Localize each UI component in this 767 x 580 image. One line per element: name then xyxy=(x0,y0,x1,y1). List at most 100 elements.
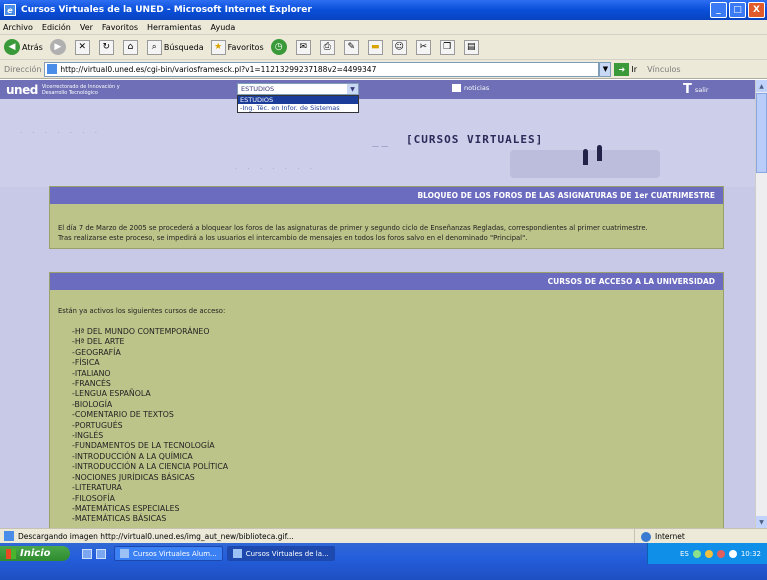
uned-logo-subtitle: Vicerrectorado de Innovación y Desarroll… xyxy=(41,83,120,96)
course-item: -Hª DEL MUNDO CONTEMPORÁNEO xyxy=(72,327,210,336)
cut-button[interactable]: ✂ xyxy=(415,39,433,55)
status-bar: Descargando imagen http://virtual0.uned.… xyxy=(0,528,767,544)
system-tray: ES 10:32 xyxy=(647,543,767,564)
course-item: -FUNDAMENTOS DE LA TECNOLOGÍA xyxy=(72,441,215,451)
folder-button[interactable]: ▬ xyxy=(367,39,385,55)
tray-app-icon[interactable] xyxy=(704,549,713,558)
access-heading: CURSOS DE ACCESO A LA UNIVERSIDAD xyxy=(50,273,723,290)
mail-button[interactable]: ✉ xyxy=(295,39,313,55)
cut-icon: ✂ xyxy=(415,39,431,55)
address-input[interactable]: http://virtual0.uned.es/cgi-bin/variosfr… xyxy=(44,61,600,77)
task-label: Cursos Virtuales de la... xyxy=(245,549,329,558)
news-icon xyxy=(452,84,461,92)
page-content: uned Vicerrectorado de Innovación y Desa… xyxy=(0,80,755,528)
news-link[interactable]: noticias xyxy=(452,84,489,92)
chevron-down-icon[interactable]: ▼ xyxy=(347,84,358,94)
course-item: -FILOSOFÍA xyxy=(72,493,116,503)
home-button[interactable]: ⌂ xyxy=(122,39,140,55)
course-item: -PORTUGUÉS xyxy=(72,420,123,430)
language-indicator[interactable]: ES xyxy=(680,550,689,558)
access-courses-panel: CURSOS DE ACCESO A LA UNIVERSIDAD Están … xyxy=(49,272,724,528)
studies-dropdown-list: ESTUDIOS -Ing. Téc. en Infor. de Sistema… xyxy=(237,95,359,113)
home-icon: ⌂ xyxy=(122,39,138,55)
paste-button[interactable]: ▤ xyxy=(463,39,481,55)
ie-quicklaunch-icon[interactable] xyxy=(96,549,106,559)
search-label: Búsqueda xyxy=(163,42,204,52)
taskbar-item-cursos-uned[interactable]: Cursos Virtuales de la... xyxy=(226,546,335,561)
vertical-scrollbar[interactable]: ▲ ▼ xyxy=(755,80,767,528)
page-icon xyxy=(47,64,58,74)
address-url: http://virtual0.uned.es/cgi-bin/variosfr… xyxy=(60,64,377,74)
course-item: -MATEMÁTICAS BÁSICAS xyxy=(72,514,167,524)
maximize-button[interactable]: □ xyxy=(729,2,746,18)
course-item: -LITERATURA xyxy=(72,483,122,493)
ie-icon: e xyxy=(4,4,16,16)
security-zone: Internet xyxy=(634,529,767,544)
course-item: -ITALIANO xyxy=(72,368,111,378)
course-item: -MATEMÁTICAS ESPECIALES xyxy=(72,503,180,513)
edit-button[interactable]: ✎ xyxy=(343,39,361,55)
history-button[interactable]: ◷ xyxy=(270,39,289,55)
star-icon: ★ xyxy=(210,39,226,55)
favorites-label: Favoritos xyxy=(227,42,264,52)
copy-button[interactable]: ❐ xyxy=(439,39,457,55)
start-button[interactable]: Inicio xyxy=(0,546,70,561)
search-button[interactable]: ⌕ Búsqueda xyxy=(146,39,204,55)
studies-select[interactable]: ESTUDIOS ▼ xyxy=(237,83,359,95)
course-item: -GEOGRAFÍA xyxy=(72,347,121,357)
window-title: Cursos Virtuales de la UNED - Microsoft … xyxy=(21,5,312,15)
decorative-dots: · · · · · · · xyxy=(235,165,316,173)
scroll-down-icon[interactable]: ▼ xyxy=(756,516,767,528)
tray-app-icon[interactable] xyxy=(692,549,701,558)
mail-icon: ✉ xyxy=(295,39,311,55)
forum-lock-notice: BLOQUEO DE LOS FOROS DE LAS ASIGNATURAS … xyxy=(49,186,724,249)
decorative-dots: · · · · · · · xyxy=(20,129,101,137)
stop-button[interactable]: ✕ xyxy=(74,39,92,55)
taskbar-item-cursos-alum[interactable]: Cursos Virtuales Alum... xyxy=(114,546,223,561)
back-button[interactable]: ◀ Atrás xyxy=(4,39,43,55)
menu-edicion[interactable]: Edición xyxy=(42,23,71,32)
close-button[interactable]: X xyxy=(748,2,765,18)
uned-logo[interactable]: uned xyxy=(6,83,38,97)
course-item: -Hª DEL ARTE xyxy=(72,337,125,347)
links-label[interactable]: Vínculos xyxy=(647,65,681,74)
status-text: Descargando imagen http://virtual0.uned.… xyxy=(18,531,294,541)
show-desktop-icon[interactable] xyxy=(82,549,92,559)
messenger-button[interactable]: ☺ xyxy=(391,39,409,55)
menu-archivo[interactable]: Archivo xyxy=(3,23,33,32)
uned-header: uned Vicerrectorado de Innovación y Desa… xyxy=(0,80,755,99)
dropdown-option-ingenieria[interactable]: -Ing. Téc. en Infor. de Sistemas xyxy=(238,104,358,112)
minimize-button[interactable]: _ xyxy=(710,2,727,18)
decorative-dash: — — xyxy=(372,142,389,150)
person-figure-icon xyxy=(583,149,588,165)
address-label: Dirección xyxy=(4,64,42,74)
scroll-thumb[interactable] xyxy=(756,93,767,173)
exit-link[interactable]: T salir xyxy=(683,82,709,97)
zone-label: Internet xyxy=(655,532,685,541)
address-dropdown-icon[interactable]: ▼ xyxy=(599,61,612,77)
menu-herramientas[interactable]: Herramientas xyxy=(147,23,202,32)
menu-favoritos[interactable]: Favoritos xyxy=(102,23,138,32)
refresh-icon: ↻ xyxy=(98,39,114,55)
back-label: Atrás xyxy=(22,42,43,52)
course-item: -NOCIONES JURÍDICAS BÁSICAS xyxy=(72,472,195,482)
windows-logo-icon xyxy=(6,548,16,559)
go-arrow-icon: ➜ xyxy=(614,62,630,76)
refresh-button[interactable]: ↻ xyxy=(98,39,116,55)
tray-app-icon[interactable] xyxy=(716,549,725,558)
hero-title: [CURSOS VIRTUALES] xyxy=(406,133,544,146)
scroll-up-icon[interactable]: ▲ xyxy=(756,80,767,92)
print-button[interactable]: ⎙ xyxy=(319,39,337,55)
menu-ver[interactable]: Ver xyxy=(80,23,93,32)
loading-page-icon xyxy=(4,531,14,541)
dropdown-option-estudios[interactable]: ESTUDIOS xyxy=(238,96,358,104)
course-item: -FÍSICA xyxy=(72,358,100,368)
favorites-button[interactable]: ★ Favoritos xyxy=(210,39,264,55)
paste-icon: ▤ xyxy=(463,39,479,55)
menu-ayuda[interactable]: Ayuda xyxy=(211,23,236,32)
forward-button[interactable]: ▶ xyxy=(49,39,68,55)
go-button[interactable]: ➜ Ir xyxy=(614,62,637,76)
volume-icon[interactable] xyxy=(728,549,737,558)
menu-bar: Archivo Edición Ver Favoritos Herramient… xyxy=(0,20,767,35)
quick-launch xyxy=(82,549,106,559)
